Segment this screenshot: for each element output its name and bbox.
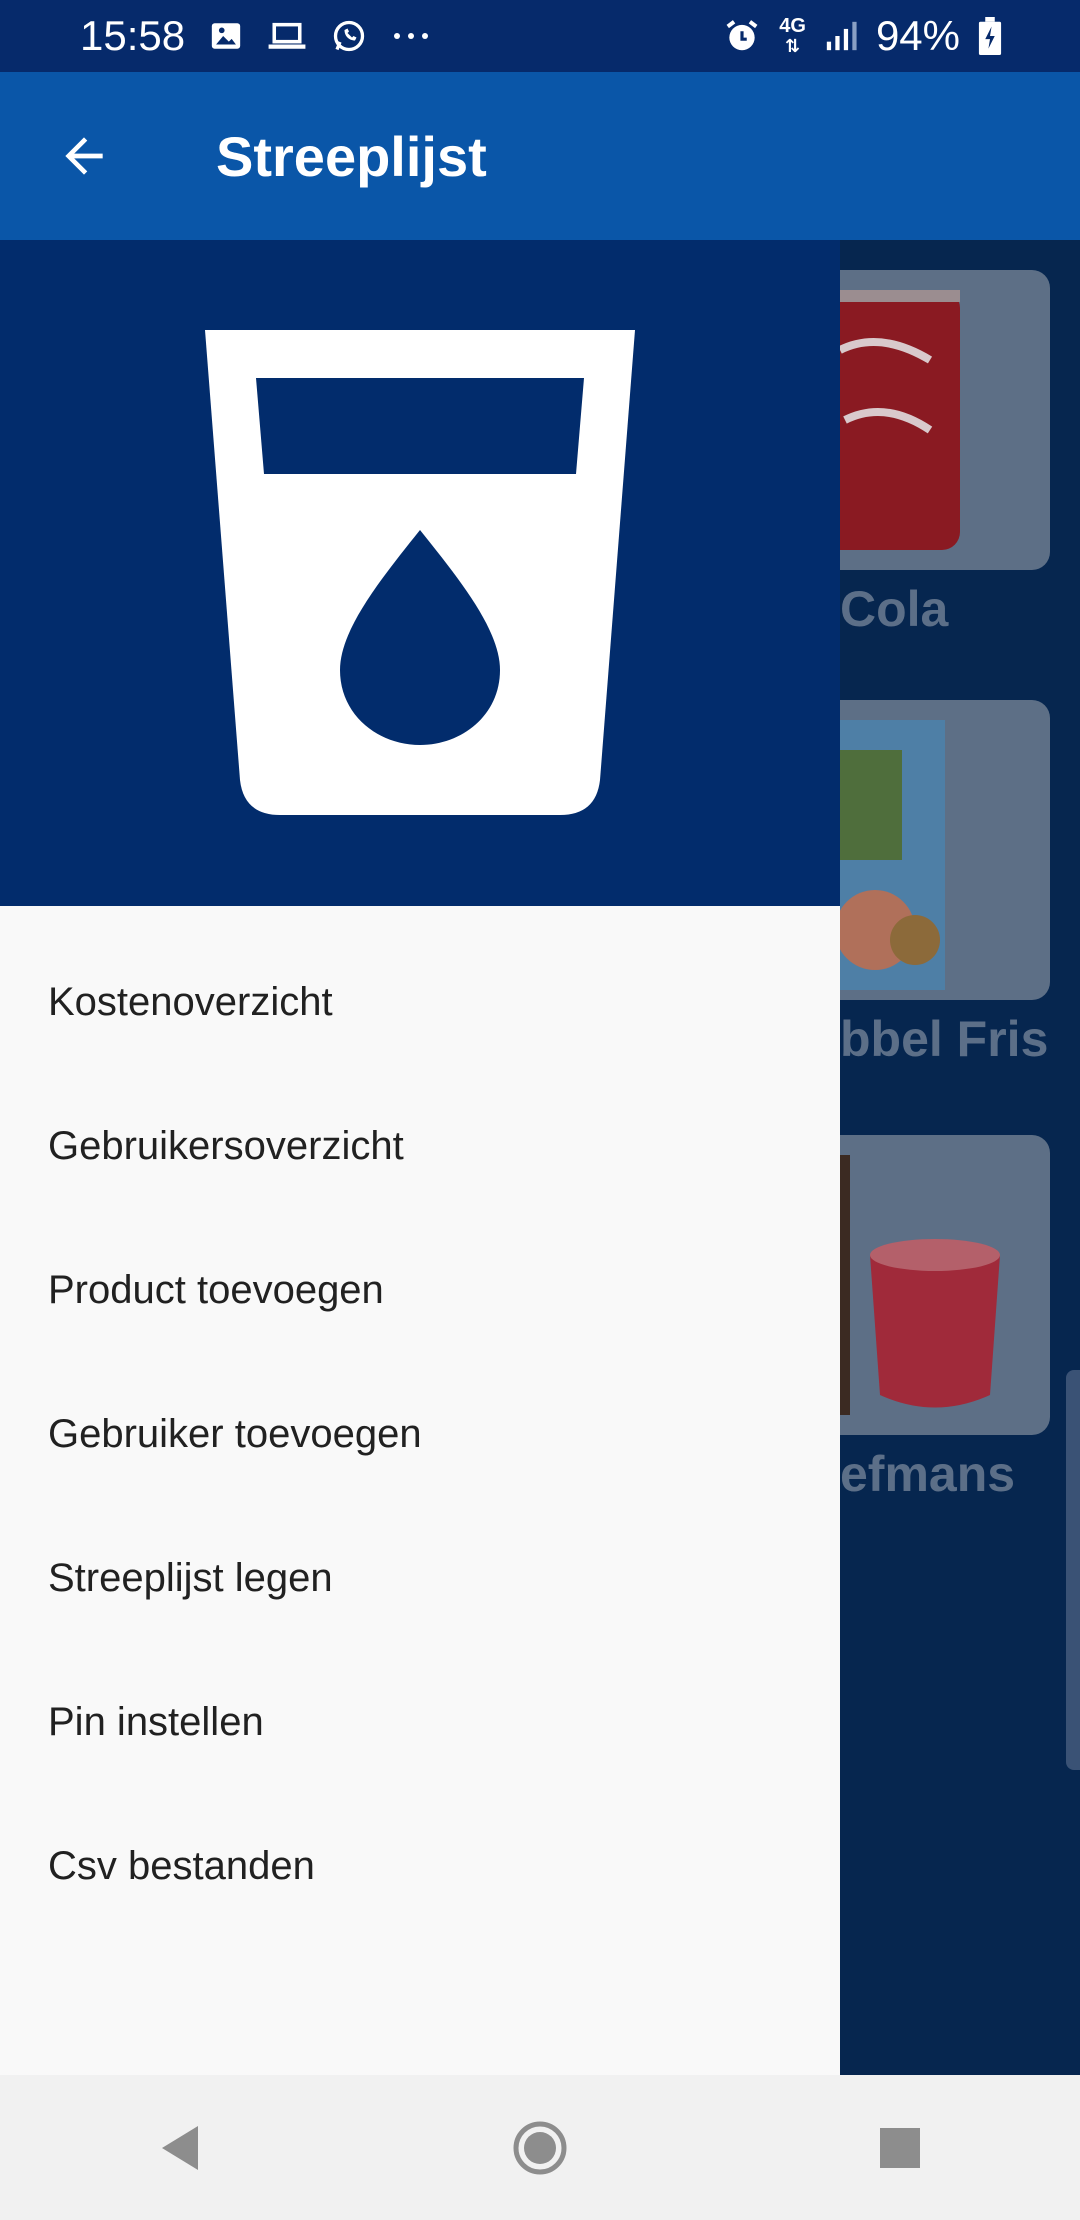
nav-recents-button[interactable] — [820, 2088, 980, 2208]
nav-back-button[interactable] — [100, 2088, 260, 2208]
menu-item-csv-bestanden[interactable]: Csv bestanden — [0, 1794, 840, 1938]
battery-charging-icon — [978, 17, 1002, 55]
whatsapp-notification-icon — [331, 18, 367, 54]
circle-home-icon — [513, 2121, 567, 2174]
gallery-notification-icon — [209, 19, 243, 53]
battery-percentage: 94% — [875, 12, 960, 59]
menu-item-streeplijst-legen[interactable]: Streeplijst legen — [0, 1506, 840, 1650]
alarm-icon — [723, 17, 761, 55]
drawer-header — [0, 240, 840, 906]
signal-icon — [824, 19, 858, 53]
dubbel-fris-carton-image — [825, 720, 945, 990]
menu-item-kostenoverzicht[interactable]: Kostenoverzicht — [0, 930, 840, 1074]
system-navigation-bar — [0, 2075, 1080, 2220]
app-bar: Streeplijst — [0, 72, 1080, 240]
status-bar: 15:58 4G ⇅ 94% — [0, 0, 1080, 72]
product-name: bbel Fris — [840, 1011, 1049, 1067]
drawer-menu: Kostenoverzicht Gebruikersoverzicht Prod… — [0, 906, 840, 1938]
menu-item-product-toevoegen[interactable]: Product toevoegen — [0, 1218, 840, 1362]
menu-item-gebruikersoverzicht[interactable]: Gebruikersoverzicht — [0, 1074, 840, 1218]
drink-glass-logo-icon — [205, 330, 635, 815]
liefmans-glass-image — [820, 1155, 1000, 1415]
triangle-back-icon — [162, 2125, 198, 2170]
more-notifications-icon — [391, 30, 431, 42]
menu-item-gebruiker-toevoegen[interactable]: Gebruiker toevoegen — [0, 1362, 840, 1506]
nav-home-button[interactable] — [460, 2088, 620, 2208]
arrow-back-icon — [65, 137, 103, 175]
network-type-icon: 4G ⇅ — [779, 16, 806, 56]
product-card-cola[interactable] — [820, 270, 1050, 570]
product-card-liefmans[interactable] — [820, 1135, 1050, 1435]
status-time: 15:58 — [80, 12, 186, 59]
menu-item-pin-instellen[interactable]: Pin instellen — [0, 1650, 840, 1794]
scrollbar[interactable] — [1066, 1370, 1080, 1770]
back-button[interactable] — [52, 124, 116, 188]
product-name: efmans — [840, 1446, 1016, 1502]
product-card-dubbel-fris[interactable] — [820, 700, 1050, 1000]
network-type-label: 4G — [779, 15, 806, 37]
square-recents-icon — [880, 2127, 920, 2168]
navigation-drawer: Kostenoverzicht Gebruikersoverzicht Prod… — [0, 240, 840, 2075]
page-title: Streeplijst — [216, 124, 487, 188]
data-arrows-icon: ⇅ — [785, 36, 801, 56]
product-name: Cola — [840, 581, 949, 637]
cola-can-image — [820, 290, 960, 550]
laptop-notification-icon — [267, 19, 307, 53]
